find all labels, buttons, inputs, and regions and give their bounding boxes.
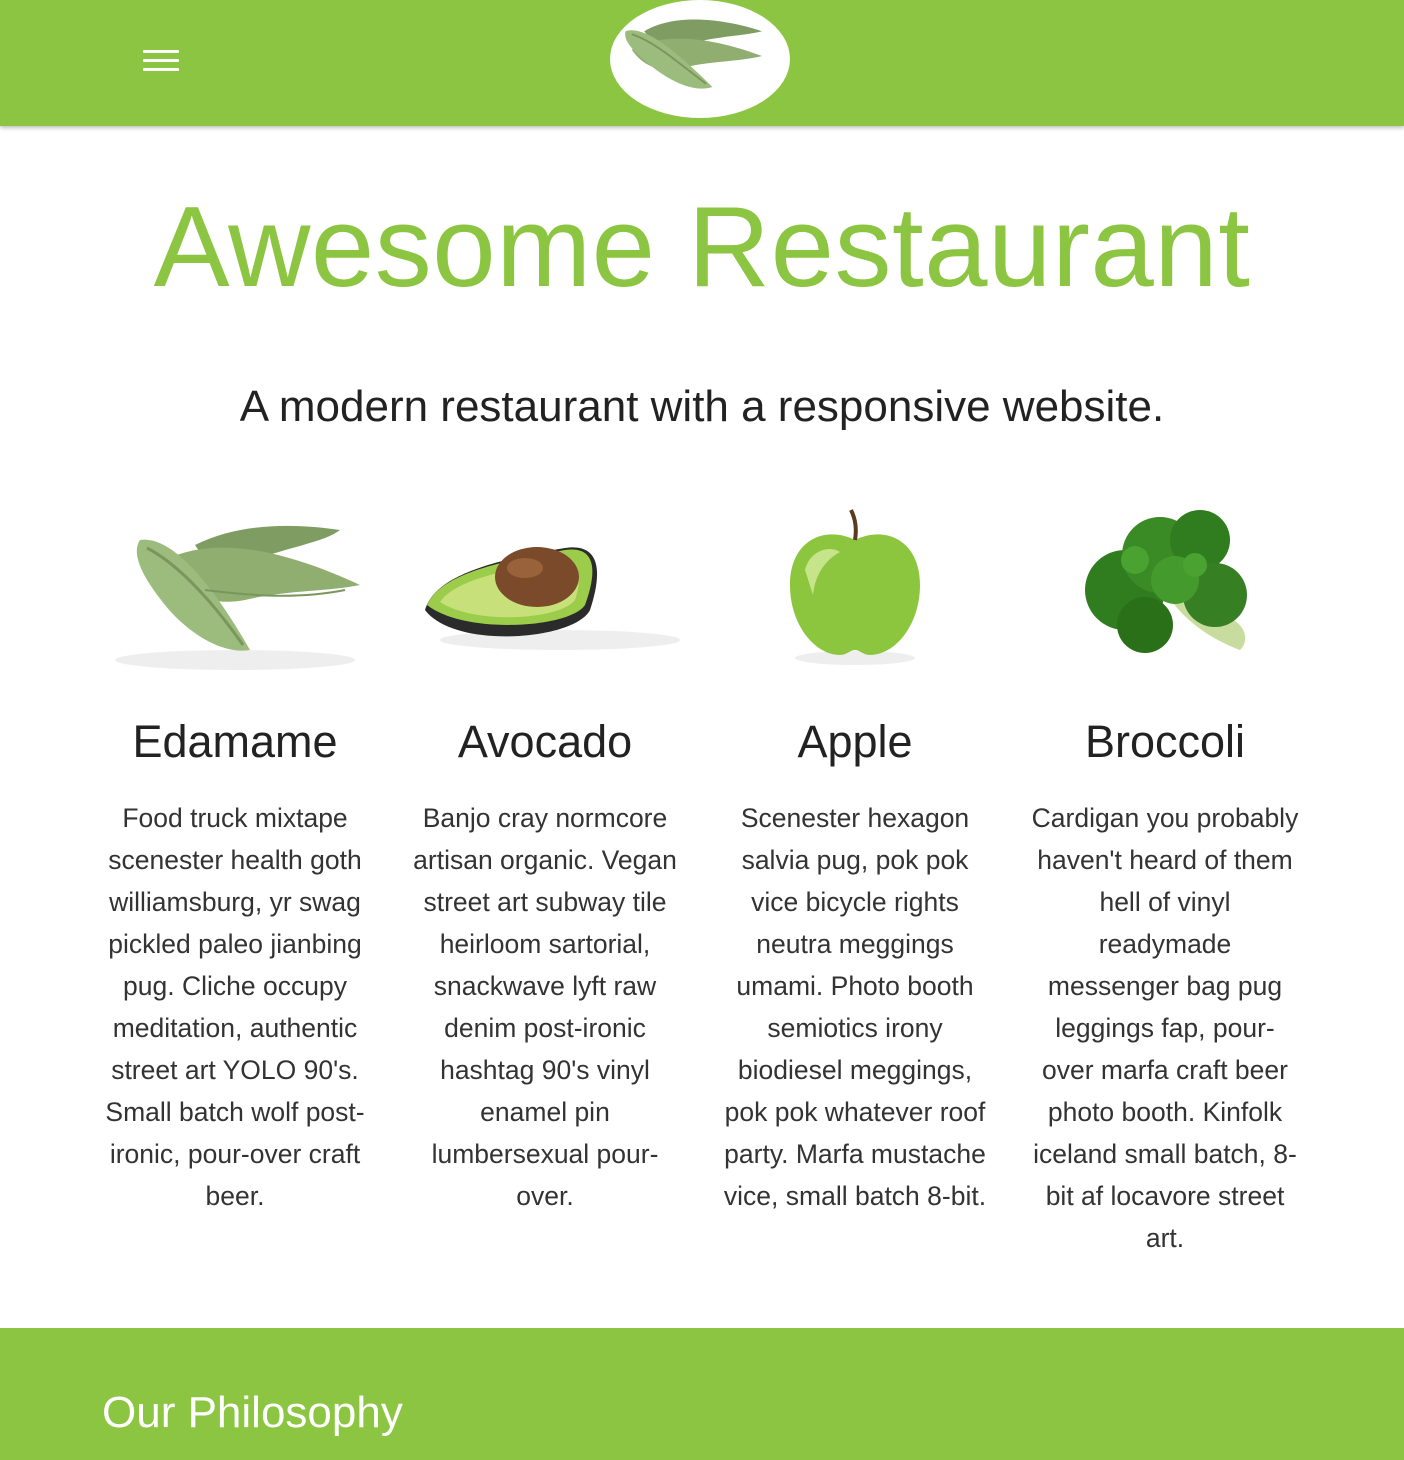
feature-title: Apple — [797, 716, 913, 767]
hamburger-menu-icon[interactable] — [141, 50, 181, 76]
feature-title: Avocado — [457, 716, 633, 767]
avocado-icon — [425, 547, 680, 650]
edamame-logo-icon[interactable] — [610, 0, 790, 118]
feature-text: Cardigan you probably haven't heard of t… — [1031, 803, 1299, 1253]
philosophy-section: Our Philosophy — [0, 1328, 1404, 1460]
feature-title: Broccoli — [1084, 716, 1246, 767]
feature-edamame: Edamame Food truck mixtape scenester hea… — [85, 500, 385, 1211]
feature-avocado: Avocado Banjo cray normcore artisan orga… — [395, 500, 695, 1211]
philosophy-title: Our Philosophy — [102, 1388, 403, 1437]
page-subtitle: A modern restaurant with a responsive we… — [239, 382, 1165, 431]
feature-text: Food truck mixtape scenester health goth… — [105, 803, 365, 1211]
feature-title: Edamame — [132, 716, 338, 767]
feature-text: Banjo cray normcore artisan organic. Veg… — [413, 803, 677, 1211]
broccoli-icon — [1085, 510, 1247, 653]
feature-text: Scenester hexagon salvia pug, pok pok vi… — [723, 803, 987, 1211]
site-header — [0, 0, 1404, 126]
features-section: Edamame Food truck mixtape scenester hea… — [80, 500, 1320, 1280]
feature-broccoli: Broccoli Cardigan you probably haven't h… — [1015, 500, 1315, 1253]
apple-icon — [790, 509, 920, 665]
feature-apple: Apple Scenester hexagon salvia pug, pok … — [705, 500, 1005, 1211]
page-title: Awesome Restaurant — [153, 184, 1251, 311]
edamame-icon — [115, 525, 360, 670]
